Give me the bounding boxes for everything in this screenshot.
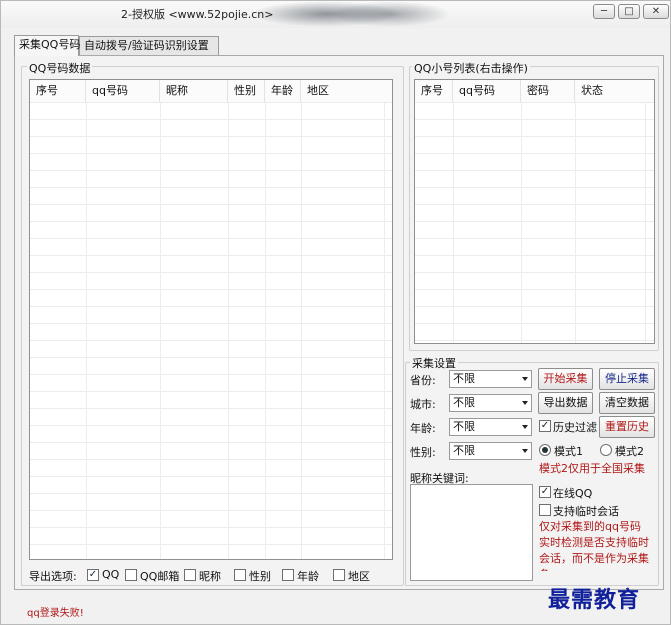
dropdown-arrow-icon — [522, 401, 528, 405]
export-age-label: 年龄 — [297, 570, 319, 583]
col-divider — [86, 102, 87, 559]
col-header-password[interactable]: 密码 — [521, 80, 575, 102]
export-data-button[interactable]: 导出数据 — [538, 392, 593, 414]
export-qq-checkbox[interactable]: ✓ — [87, 569, 99, 581]
col-divider — [521, 102, 522, 343]
close-button[interactable]: ✕ — [643, 4, 669, 19]
province-select[interactable]: 不限 — [449, 370, 532, 388]
col-header-qq-number[interactable]: qq号码 — [453, 80, 521, 102]
export-qq-label: QQ — [102, 568, 120, 581]
export-region-checkbox[interactable] — [333, 569, 345, 581]
history-filter-label: 历史过滤 — [553, 421, 597, 434]
col-divider — [384, 102, 385, 559]
dropdown-arrow-icon — [522, 425, 528, 429]
province-select-value: 不限 — [453, 372, 475, 385]
maximize-button[interactable]: □ — [618, 4, 640, 19]
gender-label: 性别: — [410, 446, 436, 459]
age-select[interactable]: 不限 — [449, 418, 532, 436]
qq-data-table-body — [30, 102, 392, 559]
col-header-age[interactable]: 年龄 — [265, 80, 301, 102]
gender-select[interactable]: 不限 — [449, 442, 532, 460]
temp-chat-label: 支持临时会话 — [553, 505, 619, 518]
tab-collect-qq[interactable]: 采集QQ号码 — [14, 35, 80, 56]
province-label: 省份: — [410, 374, 436, 387]
col-header-index[interactable]: 序号 — [415, 80, 453, 102]
col-divider — [228, 102, 229, 559]
app-window: 2-授权版 <www.52pojie.cn> ─ □ ✕ 采集QQ号码 自动拨号… — [0, 0, 671, 625]
export-qq-email-label: QQ邮箱 — [140, 570, 180, 583]
mode1-radio[interactable] — [539, 444, 551, 456]
export-age-checkbox[interactable] — [282, 569, 294, 581]
small-accounts-table-body — [415, 102, 654, 343]
col-header-index[interactable]: 序号 — [30, 80, 86, 102]
col-header-qq-number[interactable]: qq号码 — [86, 80, 160, 102]
city-label: 城市: — [410, 398, 436, 411]
temp-chat-note: 仅对采集到的qq号码实时检测是否支持临时会话，而不是作为采集条 — [539, 520, 649, 571]
window-title: 2-授权版 <www.52pojie.cn> — [121, 8, 274, 21]
nickname-keyword-input[interactable] — [410, 484, 533, 581]
small-accounts-table[interactable]: 序号 qq号码 密码 状态 — [414, 79, 655, 344]
stop-collect-button[interactable]: 停止采集 — [599, 368, 655, 390]
col-divider — [301, 102, 302, 559]
online-qq-label: 在线QQ — [553, 487, 593, 500]
col-divider — [645, 102, 646, 343]
tab-auto-dial-settings[interactable]: 自动拨号/验证码识别设置 — [79, 36, 219, 55]
gender-select-value: 不限 — [453, 444, 475, 457]
clear-data-button[interactable]: 清空数据 — [599, 392, 655, 414]
tab-panel: QQ号码数据 序号 qq号码 昵称 性别 年龄 地区 导出选项: ✓ QQ QQ… — [14, 55, 664, 590]
status-message: qq登录失败! — [27, 608, 84, 619]
city-select-value: 不限 — [453, 396, 475, 409]
start-collect-button[interactable]: 开始采集 — [538, 368, 593, 390]
mode1-label: 模式1 — [554, 445, 583, 458]
qq-data-table[interactable]: 序号 qq号码 昵称 性别 年龄 地区 — [29, 79, 393, 560]
export-nickname-checkbox[interactable] — [184, 569, 196, 581]
col-divider — [575, 102, 576, 343]
col-header-status[interactable]: 状态 — [575, 80, 654, 102]
small-accounts-table-header: 序号 qq号码 密码 状态 — [415, 80, 654, 103]
watermark-text: 最需教育 — [548, 587, 641, 613]
col-header-gender[interactable]: 性别 — [228, 80, 265, 102]
mode2-label: 模式2 — [615, 445, 644, 458]
col-header-region[interactable]: 地区 — [301, 80, 392, 102]
qq-data-table-header: 序号 qq号码 昵称 性别 年龄 地区 — [30, 80, 392, 103]
temp-chat-checkbox[interactable] — [539, 504, 551, 516]
online-qq-checkbox[interactable]: ✓ — [539, 486, 551, 498]
mode2-radio[interactable] — [600, 444, 612, 456]
qq-data-group-label: QQ号码数据 — [27, 60, 93, 76]
city-select[interactable]: 不限 — [449, 394, 532, 412]
small-accounts-group-label: QQ小号列表(右击操作) — [412, 60, 530, 76]
history-filter-checkbox[interactable]: ✓ — [539, 420, 551, 432]
export-gender-checkbox[interactable] — [234, 569, 246, 581]
title-bar: 2-授权版 <www.52pojie.cn> ─ □ ✕ — [1, 1, 670, 28]
minimize-button[interactable]: ─ — [593, 4, 615, 19]
col-divider — [160, 102, 161, 559]
col-header-nickname[interactable]: 昵称 — [160, 80, 228, 102]
col-divider — [453, 102, 454, 343]
export-nickname-label: 昵称 — [199, 570, 221, 583]
title-ink-decoration-2 — [331, 1, 451, 27]
age-select-value: 不限 — [453, 420, 475, 433]
export-qq-email-checkbox[interactable] — [125, 569, 137, 581]
dropdown-arrow-icon — [522, 449, 528, 453]
mode-note: 模式2仅用于全国采集 — [539, 462, 645, 475]
collection-settings-group-label: 采集设置 — [410, 355, 458, 371]
export-gender-label: 性别 — [249, 570, 271, 583]
col-divider — [265, 102, 266, 559]
age-label: 年龄: — [410, 422, 436, 435]
reset-history-button[interactable]: 重置历史 — [599, 416, 655, 438]
dropdown-arrow-icon — [522, 377, 528, 381]
export-region-label: 地区 — [348, 570, 370, 583]
export-options-label: 导出选项: — [29, 570, 77, 583]
